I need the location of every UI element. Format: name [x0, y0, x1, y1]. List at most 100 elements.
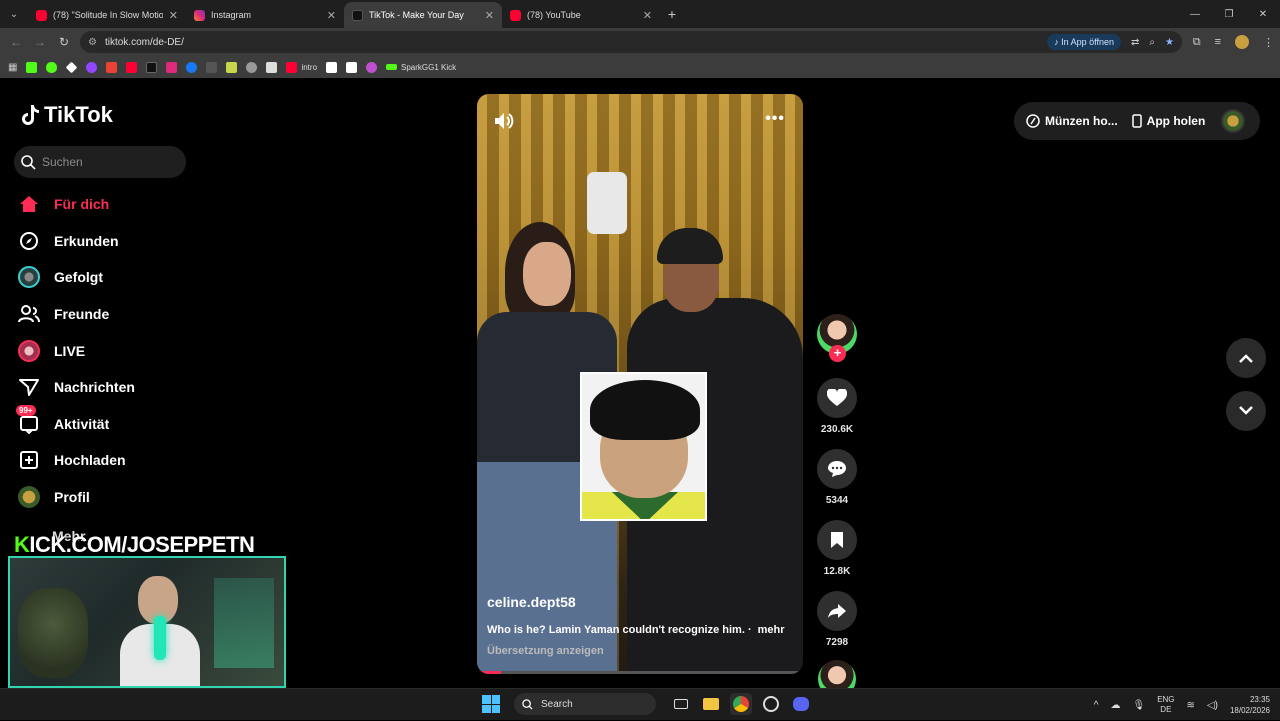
close-icon[interactable]: ✕: [327, 9, 336, 22]
back-button[interactable]: ←: [4, 30, 28, 54]
mic-icon[interactable]: 🎙: [1132, 700, 1145, 711]
bookmark-icon[interactable]: [366, 61, 378, 73]
tab-title: (78) "Solitude In Slow Motion": [53, 10, 163, 20]
user-avatar[interactable]: [1221, 109, 1246, 133]
get-coins-button[interactable]: Münzen ho...: [1026, 114, 1118, 128]
nav-explore[interactable]: Erkunden: [18, 223, 135, 260]
forward-button[interactable]: →: [28, 30, 52, 54]
v-bookmark-icon[interactable]: [326, 61, 338, 73]
caption-more-link[interactable]: mehr: [758, 624, 785, 636]
more-options-icon[interactable]: •••: [765, 110, 785, 128]
restore-button[interactable]: ❐: [1212, 0, 1246, 28]
get-app-button[interactable]: App holen: [1131, 114, 1205, 128]
tab-tiktok[interactable]: TikTok - Make Your Day ✕: [344, 2, 502, 28]
tab-youtube-song[interactable]: (78) "Solitude In Slow Motion" ✕: [28, 2, 186, 28]
top-right-bar: Münzen ho... App holen: [1014, 102, 1260, 140]
d-bookmark-icon[interactable]: [46, 61, 58, 73]
tiktok-bookmark-icon[interactable]: [146, 61, 158, 73]
speaker-icon[interactable]: ◁): [1207, 700, 1218, 711]
background-lights: [214, 578, 274, 668]
address-field[interactable]: ⚙ tiktok.com/de-DE/ ♪ In App öffnen ⇄ ⌕ …: [80, 31, 1182, 53]
chrome-icon[interactable]: [730, 693, 752, 715]
microphone: [154, 616, 166, 660]
facebook-bookmark-icon[interactable]: [186, 61, 198, 73]
bookmark-icon[interactable]: [266, 61, 278, 73]
youtube-bookmark-icon[interactable]: [126, 61, 138, 73]
language-indicator[interactable]: ENG DE: [1157, 695, 1174, 715]
nav-friends[interactable]: Freunde: [18, 296, 135, 333]
taskbar-search[interactable]: Search: [514, 693, 656, 715]
translate-icon[interactable]: ⇄: [1131, 37, 1139, 48]
p-bookmark-icon[interactable]: [346, 61, 358, 73]
clock[interactable]: 23:35 18/02/2026: [1230, 694, 1270, 716]
extensions-icon[interactable]: ⧉: [1193, 36, 1201, 49]
taskbar-search-label: Search: [541, 698, 573, 710]
save-button[interactable]: [817, 520, 857, 560]
video-player[interactable]: ••• celine.dept58 Who is he? Lamin Yaman…: [477, 94, 803, 674]
nav-messages[interactable]: Nachrichten: [18, 369, 135, 406]
open-in-app-button[interactable]: ♪ In App öffnen: [1047, 34, 1122, 50]
close-icon[interactable]: ✕: [169, 9, 178, 22]
comment-button[interactable]: [817, 449, 857, 489]
nav-for-you[interactable]: Für dich: [18, 186, 135, 223]
like-button[interactable]: [817, 378, 857, 418]
close-icon[interactable]: ✕: [485, 9, 494, 22]
reload-button[interactable]: ↻: [52, 30, 76, 54]
bookmark-icon[interactable]: [246, 61, 258, 73]
file-explorer-icon[interactable]: [700, 693, 722, 715]
site-info-icon[interactable]: ⚙: [88, 37, 97, 48]
minimize-button[interactable]: —: [1178, 0, 1212, 28]
open-in-app-label: In App öffnen: [1061, 37, 1115, 47]
profile-avatar[interactable]: [1235, 35, 1249, 49]
nav-live[interactable]: LIVE: [18, 332, 135, 369]
diamond-bookmark-icon[interactable]: [66, 61, 78, 73]
tab-title: TikTok - Make Your Day: [369, 10, 464, 20]
wifi-icon[interactable]: ≋: [1187, 700, 1195, 711]
instagram-bookmark-icon[interactable]: [166, 61, 178, 73]
close-icon[interactable]: ✕: [643, 9, 652, 22]
zoom-icon[interactable]: ⌕: [1149, 37, 1155, 48]
task-view-icon[interactable]: [670, 693, 692, 715]
following-avatar: [18, 266, 40, 289]
previous-video-button[interactable]: [1226, 338, 1266, 378]
start-button[interactable]: [482, 695, 500, 713]
tray-chevron-icon[interactable]: ^: [1094, 700, 1099, 711]
nav-profile[interactable]: Profil: [18, 479, 135, 516]
discord-icon[interactable]: [790, 693, 812, 715]
tab-youtube[interactable]: (78) YouTube ✕: [502, 2, 660, 28]
heart-icon: [827, 389, 847, 406]
bookmark-icon[interactable]: [206, 61, 218, 73]
close-window-button[interactable]: ✕: [1246, 0, 1280, 28]
next-video-button[interactable]: [1226, 391, 1266, 431]
obs-icon[interactable]: [760, 693, 782, 715]
tiktok-logo[interactable]: TikTok: [20, 102, 113, 128]
nav-upload[interactable]: Hochladen: [18, 442, 135, 479]
address-toolbar: ← → ↻ ⚙ tiktok.com/de-DE/ ♪ In App öffne…: [0, 28, 1280, 56]
inbox-icon: 99+: [16, 404, 40, 435]
reading-list-icon[interactable]: ≡: [1215, 36, 1221, 48]
nav-following[interactable]: Gefolgt: [18, 259, 135, 296]
onedrive-icon[interactable]: ☁: [1110, 700, 1120, 711]
twitch-bookmark-icon[interactable]: [86, 61, 98, 73]
creator-avatar[interactable]: +: [817, 314, 857, 362]
bookmark-icon[interactable]: [226, 61, 238, 73]
show-translation-link[interactable]: Übersetzung anzeigen: [487, 645, 604, 657]
video-caption: Who is he? Lamin Yaman couldn't recogniz…: [487, 624, 797, 636]
bookmark-star-icon[interactable]: ★: [1165, 37, 1174, 48]
follow-button[interactable]: +: [829, 345, 846, 362]
kick-bookmark-icon[interactable]: [26, 61, 38, 73]
bookmark-intro[interactable]: intro: [286, 61, 317, 73]
video-progress-bar[interactable]: [477, 671, 803, 674]
video-author[interactable]: celine.dept58: [487, 594, 576, 610]
share-button[interactable]: [817, 591, 857, 631]
gmail-bookmark-icon[interactable]: [106, 61, 118, 73]
apps-icon[interactable]: ▦: [8, 62, 17, 73]
new-tab-button[interactable]: +: [660, 6, 684, 22]
tab-search-button[interactable]: ⌄: [0, 0, 28, 28]
volume-icon[interactable]: [493, 110, 515, 132]
search-input[interactable]: Suchen: [14, 146, 186, 178]
menu-icon[interactable]: ⋮: [1263, 36, 1274, 49]
nav-activity[interactable]: 99+ Aktivität: [16, 404, 135, 443]
bookmark-spark[interactable]: SparkGG1 Kick: [386, 63, 456, 72]
tab-instagram[interactable]: Instagram ✕: [186, 2, 344, 28]
